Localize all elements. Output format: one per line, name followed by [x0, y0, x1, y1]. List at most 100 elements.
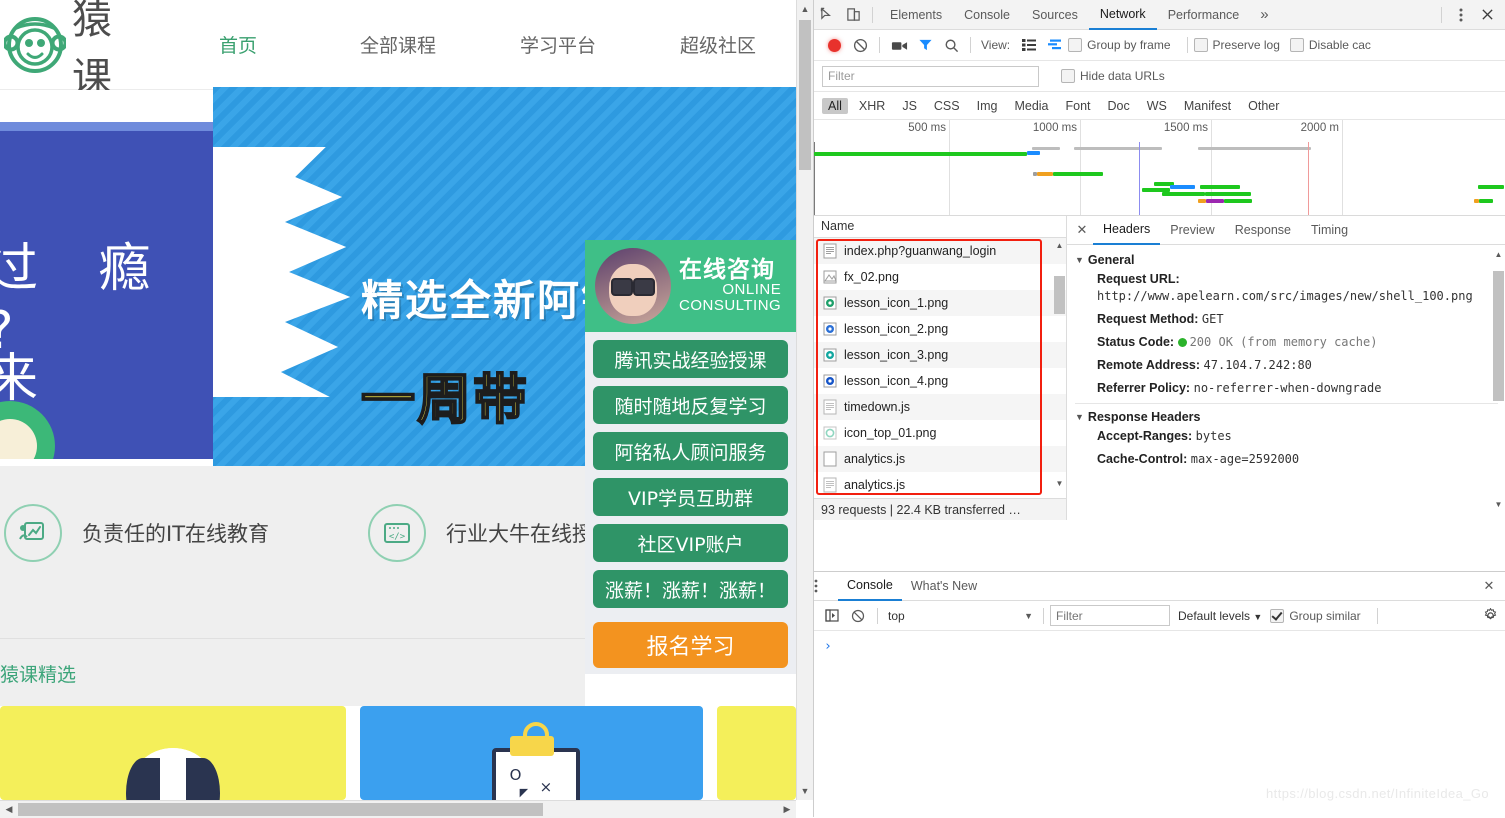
table-row[interactable]: lesson_icon_3.png: [814, 342, 1066, 368]
nav-item-super-community[interactable]: 超级社区: [638, 31, 796, 58]
scroll-thumb[interactable]: [18, 803, 543, 816]
type-filter-font[interactable]: Font: [1060, 98, 1097, 114]
tab-console[interactable]: Console: [953, 1, 1021, 29]
gear-icon[interactable]: [1483, 608, 1498, 623]
type-filter-media[interactable]: Media: [1008, 98, 1054, 114]
drawer-tab-whats-new[interactable]: What's New: [902, 573, 986, 600]
search-icon[interactable]: [938, 34, 964, 56]
drawer-tab-console[interactable]: Console: [838, 572, 902, 601]
request-list-scrollbar[interactable]: ▲ ▼: [1054, 240, 1065, 490]
site-logo[interactable]: 猿 课: [4, 0, 118, 103]
type-filter-all[interactable]: All: [822, 97, 848, 114]
preserve-log-checkbox[interactable]: Preserve log: [1193, 38, 1280, 52]
consult-button-4[interactable]: VIP学员互助群: [593, 478, 788, 516]
consult-button-5[interactable]: 社区VIP账户: [593, 524, 788, 562]
course-card[interactable]: O × ◤: [359, 706, 704, 800]
page-vertical-scrollbar[interactable]: ▲ ▼: [796, 0, 813, 800]
scroll-thumb[interactable]: [799, 20, 811, 170]
scroll-up-arrow-icon[interactable]: ▲: [1493, 249, 1504, 261]
course-card[interactable]: [0, 706, 346, 800]
type-filter-other[interactable]: Other: [1242, 98, 1285, 114]
type-filter-img[interactable]: Img: [971, 98, 1004, 114]
close-icon[interactable]: ✕: [1071, 222, 1093, 238]
group-by-frame-checkbox[interactable]: Group by frame: [1068, 38, 1171, 52]
consult-button-2[interactable]: 随时随地反复学习: [593, 386, 788, 424]
close-icon[interactable]: ✕: [1478, 578, 1500, 594]
type-filter-manifest[interactable]: Manifest: [1178, 98, 1237, 114]
execution-context-select[interactable]: top ▼: [884, 609, 1037, 623]
scroll-right-arrow-icon[interactable]: ▶: [778, 801, 796, 818]
inspect-element-icon[interactable]: [814, 2, 840, 28]
checkbox-icon[interactable]: [1068, 38, 1083, 52]
table-row[interactable]: analytics.js: [814, 472, 1066, 498]
checkbox-icon[interactable]: [1061, 69, 1075, 83]
tab-sources[interactable]: Sources: [1021, 1, 1089, 29]
page-horizontal-scrollbar[interactable]: ◀ ▶: [0, 800, 796, 818]
console-filter-input[interactable]: [1050, 605, 1170, 626]
detail-tab-preview[interactable]: Preview: [1160, 217, 1224, 244]
consult-button-3[interactable]: 阿铭私人顾问服务: [593, 432, 788, 470]
general-section-title[interactable]: ▼ General: [1075, 253, 1505, 267]
type-filter-css[interactable]: CSS: [928, 98, 966, 114]
table-row[interactable]: fx_02.png: [814, 264, 1066, 290]
device-toolbar-icon[interactable]: [840, 2, 866, 28]
waterfall-view-icon[interactable]: [1042, 34, 1068, 56]
detail-tab-response[interactable]: Response: [1225, 217, 1301, 244]
clear-console-icon[interactable]: [845, 605, 871, 627]
more-tabs-icon[interactable]: »: [1250, 6, 1278, 23]
detail-tab-timing[interactable]: Timing: [1301, 217, 1358, 244]
record-button[interactable]: [821, 34, 847, 56]
capture-screenshots-icon[interactable]: [886, 34, 912, 56]
tab-performance[interactable]: Performance: [1157, 1, 1251, 29]
scroll-down-arrow-icon[interactable]: ▼: [797, 782, 813, 800]
nav-item-all-courses[interactable]: 全部课程: [318, 31, 478, 58]
group-similar-checkbox[interactable]: Group similar: [1270, 608, 1361, 623]
detail-tab-headers[interactable]: Headers: [1093, 216, 1161, 245]
toggle-console-sidebar-icon[interactable]: [819, 605, 845, 627]
type-filter-xhr[interactable]: XHR: [853, 98, 891, 114]
response-headers-section-title[interactable]: ▼ Response Headers: [1075, 410, 1505, 424]
scroll-up-arrow-icon[interactable]: ▲: [1054, 240, 1065, 252]
close-icon[interactable]: [1474, 2, 1500, 28]
kebab-menu-icon[interactable]: [1448, 2, 1474, 28]
nav-item-learning-platform[interactable]: 学习平台: [478, 31, 638, 58]
checkbox-icon[interactable]: [1289, 38, 1304, 52]
tab-elements[interactable]: Elements: [879, 1, 953, 29]
scroll-thumb[interactable]: [1054, 276, 1065, 314]
list-view-icon[interactable]: [1016, 34, 1042, 56]
feature-item-1[interactable]: 负责任的IT在线教育: [4, 504, 269, 562]
log-levels-select[interactable]: Default levels ▼: [1178, 609, 1262, 623]
console-prompt[interactable]: ›: [814, 631, 1505, 654]
filter-icon[interactable]: [912, 34, 938, 56]
disable-cache-checkbox[interactable]: Disable cac: [1289, 38, 1371, 52]
request-list-header[interactable]: Name: [814, 216, 1066, 238]
scroll-down-arrow-icon[interactable]: ▼: [1054, 478, 1065, 490]
network-overview-timeline[interactable]: 500 ms 1000 ms 1500 ms 2000 m: [814, 120, 1505, 216]
filter-input[interactable]: [822, 65, 1039, 87]
table-row[interactable]: lesson_icon_2.png: [814, 316, 1066, 342]
consult-button-1[interactable]: 腾讯实战经验授课: [593, 340, 788, 378]
type-filter-doc[interactable]: Doc: [1102, 98, 1136, 114]
banner-left-slide[interactable]: 过 瘾 ? 来: [0, 131, 215, 459]
scroll-down-arrow-icon[interactable]: ▼: [1493, 499, 1504, 511]
scroll-thumb[interactable]: [1493, 271, 1504, 401]
type-filter-js[interactable]: JS: [896, 98, 923, 114]
table-row[interactable]: index.php?guanwang_login: [814, 238, 1066, 264]
nav-item-home[interactable]: 首页: [158, 31, 318, 58]
clear-icon[interactable]: [847, 34, 873, 56]
hide-data-urls-checkbox[interactable]: Hide data URLs: [1061, 69, 1165, 83]
headers-content[interactable]: ▼ General Request URL: http://www.apelea…: [1067, 245, 1505, 523]
type-filter-ws[interactable]: WS: [1141, 98, 1173, 114]
table-row[interactable]: analytics.js: [814, 446, 1066, 472]
tab-network[interactable]: Network: [1088, 0, 1157, 30]
feature-item-2[interactable]: </> 行业大牛在线授: [368, 504, 593, 562]
table-row[interactable]: lesson_icon_1.png: [814, 290, 1066, 316]
table-row[interactable]: lesson_icon_4.png: [814, 368, 1066, 394]
table-row[interactable]: icon_top_01.png: [814, 420, 1066, 446]
course-card[interactable]: [717, 706, 796, 800]
signup-button[interactable]: 报名学习: [593, 622, 788, 668]
checkbox-icon[interactable]: [1193, 38, 1208, 52]
consult-button-6[interactable]: 涨薪！涨薪！涨薪！: [593, 570, 788, 608]
detail-scrollbar[interactable]: ▲ ▼: [1493, 249, 1504, 511]
scroll-up-arrow-icon[interactable]: ▲: [797, 0, 813, 18]
